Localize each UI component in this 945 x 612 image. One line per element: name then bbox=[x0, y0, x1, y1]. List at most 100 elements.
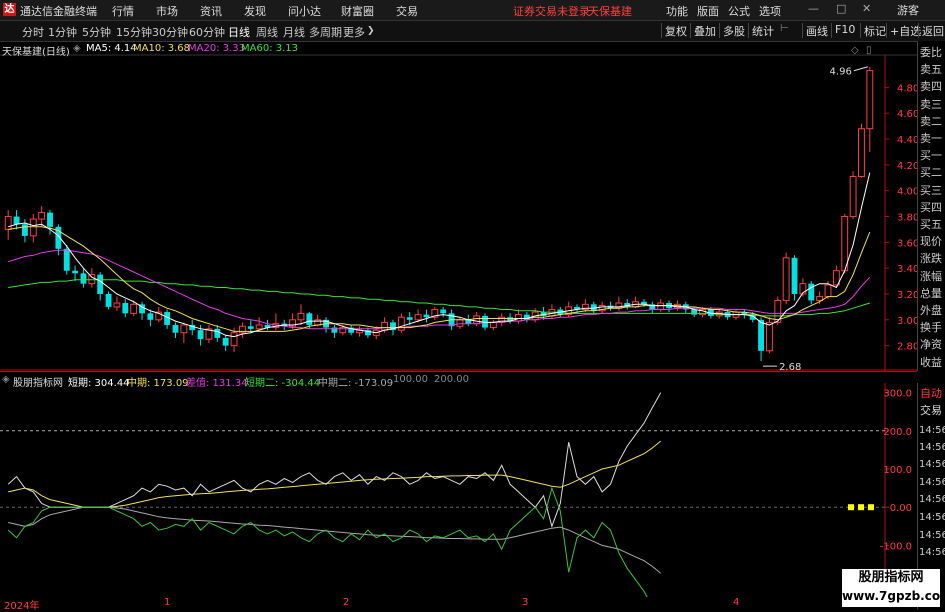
candle-body bbox=[782, 257, 790, 301]
mid2-line bbox=[8, 506, 662, 574]
trade-button[interactable]: 交易 bbox=[920, 402, 942, 418]
indicator-axis-label: 300.0 bbox=[883, 389, 912, 400]
diff-value: 差值: 131.34 bbox=[186, 378, 248, 389]
menu-trade[interactable]: 交易 bbox=[396, 3, 418, 19]
quote-field-14[interactable]: 总量 bbox=[920, 285, 942, 301]
period-weekly[interactable]: 周线 bbox=[256, 24, 278, 40]
param1-value: 100.00 bbox=[393, 374, 428, 385]
candle-body bbox=[113, 302, 121, 308]
menu-wealth[interactable]: 财富圈 bbox=[341, 3, 374, 19]
menu-market[interactable]: 市场 bbox=[156, 3, 178, 19]
menu-quotes[interactable]: 行情 bbox=[112, 3, 134, 19]
candle-body bbox=[214, 328, 221, 338]
candle-body bbox=[80, 273, 87, 284]
signal-square bbox=[858, 504, 864, 511]
mark-button[interactable]: 标记 bbox=[860, 23, 886, 38]
quote-field-8[interactable]: 买三 bbox=[920, 182, 942, 198]
maximize-button[interactable]: □ bbox=[836, 2, 846, 15]
candle-body bbox=[456, 319, 464, 327]
quote-field-6[interactable]: 买一 bbox=[920, 147, 942, 163]
menu-options[interactable]: 选项 bbox=[759, 3, 781, 19]
quote-field-10[interactable]: 买五 bbox=[920, 216, 942, 232]
site-watermark: 股朋指标网 www.7gpzb.com bbox=[842, 569, 945, 607]
trade-login-notice[interactable]: 证券交易未登录 bbox=[513, 3, 590, 19]
menu-news[interactable]: 资讯 bbox=[200, 3, 222, 19]
price-axis-label: 4.80 bbox=[897, 83, 917, 94]
candle-body bbox=[88, 274, 96, 285]
back-button[interactable]: 返回 bbox=[918, 23, 944, 38]
draw-line-button[interactable]: 画线 bbox=[802, 23, 828, 38]
menu-discover[interactable]: 发现 bbox=[244, 3, 266, 19]
quote-field-18[interactable]: 收益 bbox=[920, 354, 942, 370]
overlay-button[interactable]: 叠加 bbox=[690, 23, 716, 38]
f10-button[interactable]: F10 bbox=[831, 23, 855, 38]
menu-formula[interactable]: 公式 bbox=[728, 3, 750, 19]
mid-value: 中期: 173.09 bbox=[127, 378, 189, 389]
pin-icon[interactable]: ⊢ bbox=[777, 23, 789, 38]
multi-stock-button[interactable]: 多股 bbox=[719, 23, 745, 38]
quote-field-5[interactable]: 卖一 bbox=[920, 130, 942, 146]
menu-function[interactable]: 功能 bbox=[666, 3, 688, 19]
quote-field-17[interactable]: 净资 bbox=[920, 336, 942, 352]
menu-ask[interactable]: 问小达 bbox=[288, 3, 321, 19]
indicator-axis-label: 200.0 bbox=[883, 427, 912, 438]
add-watchlist-button[interactable]: +自选 bbox=[886, 23, 921, 38]
period-multi[interactable]: 多周期 bbox=[309, 24, 342, 40]
quote-field-13[interactable]: 涨幅 bbox=[920, 268, 942, 284]
period-60min[interactable]: 60分钟 bbox=[189, 24, 225, 40]
close-button[interactable]: ✕ bbox=[862, 2, 871, 15]
quote-field-15[interactable]: 外盘 bbox=[920, 302, 942, 318]
high-arrow bbox=[853, 66, 868, 72]
guest-user[interactable]: 游客 bbox=[897, 2, 919, 18]
indicator-chart[interactable]: 300.0200.0100.00.00-100.0-200.0 bbox=[0, 371, 917, 597]
quote-field-3[interactable]: 卖三 bbox=[920, 96, 942, 112]
period-1min[interactable]: 1分钟 bbox=[48, 24, 77, 40]
menu-layout[interactable]: 版面 bbox=[697, 3, 719, 19]
quote-field-9[interactable]: 买四 bbox=[920, 199, 942, 215]
app-title: 通达信金融终端 bbox=[20, 5, 97, 18]
watermark-title: 股朋指标网 bbox=[858, 570, 924, 585]
indicator-axis-label: 0.00 bbox=[890, 503, 912, 514]
period-5min[interactable]: 5分钟 bbox=[82, 24, 111, 40]
candle-body bbox=[306, 313, 313, 325]
candle-body bbox=[489, 321, 497, 329]
time-label: 14:56 bbox=[919, 425, 945, 436]
candle-body bbox=[766, 321, 773, 352]
ma5-value: MA5: 4.14 bbox=[86, 43, 137, 54]
price-axis-label: 3.80 bbox=[897, 213, 917, 224]
statistics-button[interactable]: 统计 bbox=[748, 23, 774, 38]
candle-body bbox=[657, 302, 665, 310]
period-30min[interactable]: 30分钟 bbox=[152, 24, 188, 40]
indicator-expand-icon[interactable]: ◈ bbox=[2, 374, 10, 385]
app-logo-icon: 达 bbox=[3, 3, 16, 16]
period-monthly[interactable]: 月线 bbox=[283, 24, 305, 40]
indicator-info-bar: ◈ 股朋指标网 短期: 304.44 中期: 173.09 差值: 131.34… bbox=[0, 373, 885, 389]
candle-body bbox=[758, 319, 764, 351]
period-daily[interactable]: 日线 bbox=[228, 24, 250, 40]
ma10-value: MA10: 3.68 bbox=[133, 43, 191, 54]
quote-field-0[interactable]: 委比 bbox=[920, 44, 942, 60]
minimize-button[interactable]: — bbox=[808, 2, 819, 15]
more-chevron-icon[interactable]: ❯ bbox=[367, 26, 375, 36]
quote-field-11[interactable]: 现价 bbox=[920, 233, 942, 249]
quote-field-16[interactable]: 换手 bbox=[920, 319, 942, 335]
candle-body bbox=[255, 324, 263, 330]
restore-rights-button[interactable]: 复权 bbox=[661, 23, 687, 38]
quote-field-4[interactable]: 卖二 bbox=[920, 113, 942, 129]
auto-button[interactable]: 自动 bbox=[920, 385, 942, 401]
period-15min[interactable]: 15分钟 bbox=[116, 24, 152, 40]
indicator-name[interactable]: 股朋指标网 bbox=[13, 374, 63, 389]
candle-body bbox=[791, 257, 798, 294]
quote-field-2[interactable]: 卖四 bbox=[920, 78, 942, 94]
candle-body bbox=[172, 324, 179, 333]
quote-field-1[interactable]: 卖五 bbox=[920, 61, 942, 77]
quote-field-12[interactable]: 涨跌 bbox=[920, 250, 942, 266]
period-more[interactable]: 更多 bbox=[343, 24, 365, 40]
period-timeshare[interactable]: 分时 bbox=[22, 24, 44, 40]
time-label: 14:56 bbox=[919, 494, 945, 505]
price-chart[interactable]: 4.80 4.60 4.40 4.20 4.00 3.80 3.60 3.40 3.20 3.00… bbox=[0, 41, 917, 371]
candle-body bbox=[147, 313, 154, 320]
expand-icon[interactable]: ◈ bbox=[73, 43, 81, 54]
quote-field-7[interactable]: 买二 bbox=[920, 164, 942, 180]
candle-body bbox=[841, 216, 849, 272]
